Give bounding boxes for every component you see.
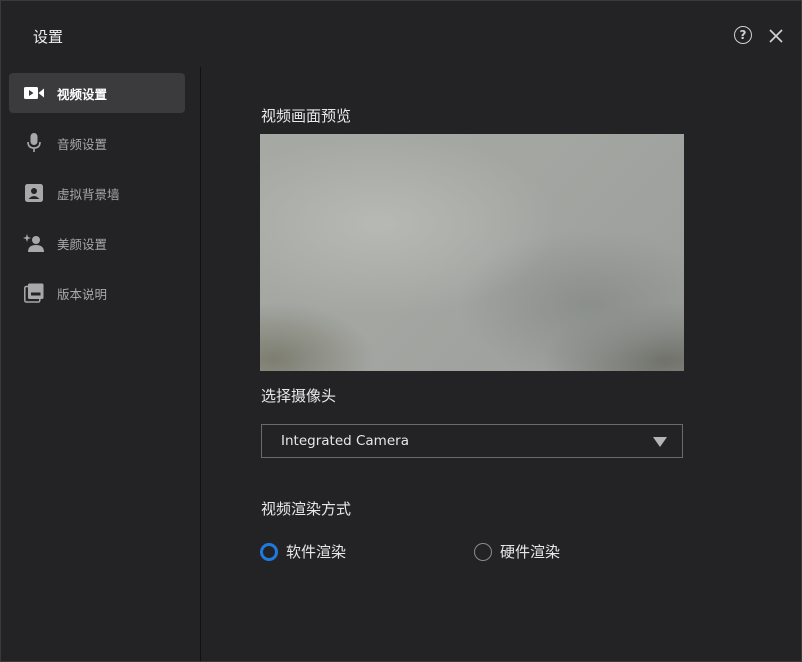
camera-select-value: Integrated Camera: [281, 433, 409, 449]
camera-select[interactable]: Integrated Camera: [261, 424, 683, 458]
sidebar-item-virtual-background[interactable]: 虚拟背景墙: [9, 173, 185, 213]
render-label: 视频渲染方式: [261, 500, 352, 518]
sidebar-item-audio[interactable]: 音频设置: [9, 123, 185, 163]
sidebar-item-beauty[interactable]: 美颜设置: [9, 223, 185, 263]
microphone-icon: [23, 132, 45, 154]
sidebar-item-video[interactable]: 视频设置: [9, 73, 185, 113]
radio-circle-icon: [260, 542, 278, 561]
sidebar: 视频设置 音频设置 虚拟背景墙 美颜设置 版本说明: [1, 67, 201, 661]
sidebar-item-label: 虚拟背景墙: [57, 186, 120, 202]
sidebar-item-version[interactable]: 版本说明: [9, 273, 185, 313]
radio-software-render[interactable]: 软件渲染: [260, 541, 346, 562]
preview-label: 视频画面预览: [261, 107, 352, 125]
radio-circle-icon: [474, 542, 492, 561]
dropdown-arrow-icon: [653, 437, 667, 447]
help-button[interactable]: ?: [734, 26, 752, 44]
window-title: 设置: [33, 28, 64, 46]
person-portrait-icon: [23, 182, 45, 204]
radio-label: 软件渲染: [286, 543, 347, 561]
video-camera-icon: [23, 82, 45, 104]
document-stack-icon: [23, 282, 45, 304]
sidebar-item-label: 视频设置: [57, 86, 108, 102]
sidebar-item-label: 版本说明: [57, 286, 108, 302]
radio-hardware-render[interactable]: 硬件渲染: [474, 541, 560, 562]
video-preview: [260, 134, 684, 371]
sidebar-item-label: 音频设置: [57, 136, 108, 152]
camera-label: 选择摄像头: [261, 387, 337, 405]
close-button[interactable]: [767, 27, 785, 45]
close-icon: [769, 29, 783, 43]
main-panel: 视频画面预览 选择摄像头 Integrated Camera 视频渲染方式 软件…: [201, 67, 801, 661]
settings-window: 设置 ? 视频设置 音频设置 虚拟背景墙 美颜设置 版本说明 视频画面预览 选择…: [0, 0, 802, 662]
radio-label: 硬件渲染: [500, 543, 561, 561]
sidebar-item-label: 美颜设置: [57, 236, 108, 252]
question-mark-icon: ?: [739, 28, 747, 42]
beauty-sparkle-icon: [23, 232, 45, 254]
